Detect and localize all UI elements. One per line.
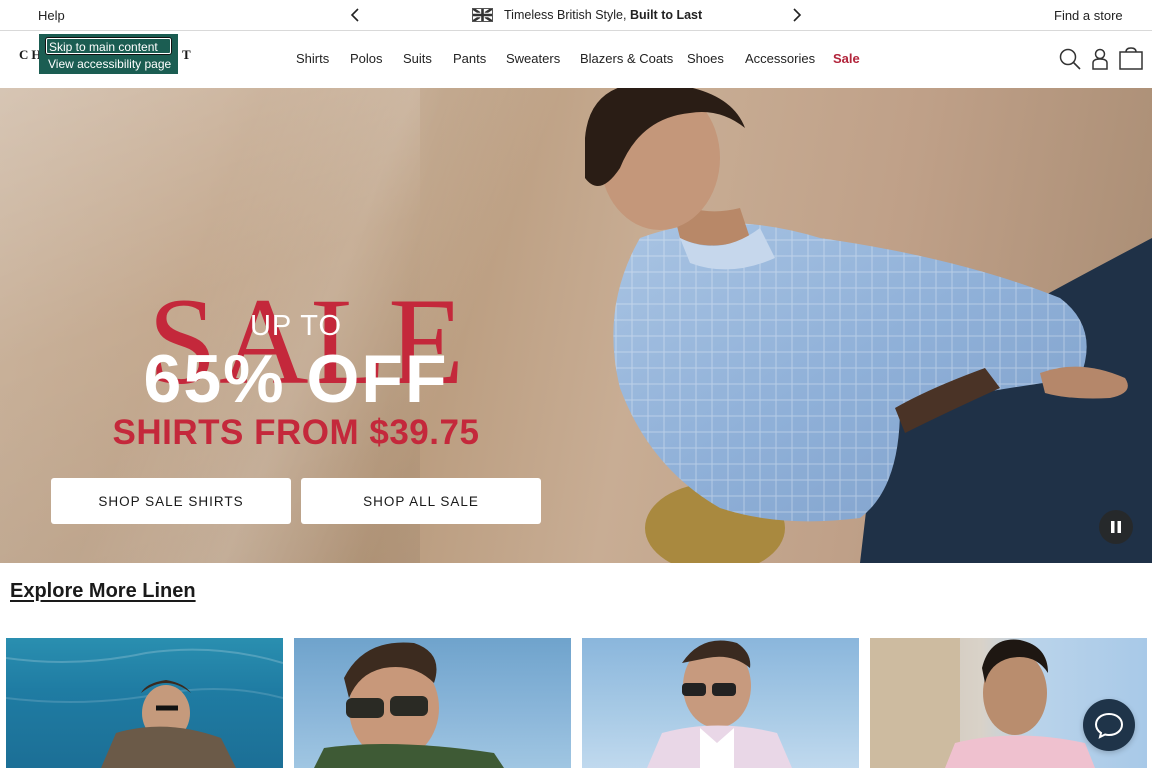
main-nav: Shirts Polos Suits Pants Sweaters Blazer…: [296, 51, 860, 66]
nav-pants[interactable]: Pants: [453, 51, 506, 66]
promo-text-bold: Built to Last: [629, 8, 703, 22]
nav-suits[interactable]: Suits: [403, 51, 453, 66]
linen-card-3[interactable]: [582, 638, 859, 768]
nav-shirts[interactable]: Shirts: [296, 51, 350, 66]
hero-banner: SALE UP TO 65% OFF SHIRTS FROM $39.75 SH…: [0, 88, 1152, 563]
search-icon[interactable]: [1058, 47, 1082, 71]
nav-polos[interactable]: Polos: [350, 51, 403, 66]
promo-text: Timeless British Style,: [504, 8, 630, 22]
linen-card-1-image: [6, 648, 283, 768]
chevron-left-icon[interactable]: [347, 6, 363, 24]
hero-percent-off: 65% OFF: [143, 341, 449, 417]
linen-card-2-image: [314, 642, 504, 768]
linen-card-3-image: [647, 640, 792, 768]
shop-sale-shirts-button[interactable]: SHOP SALE SHIRTS: [51, 478, 291, 524]
uk-flag-icon: [471, 6, 494, 24]
chevron-right-icon[interactable]: [789, 6, 805, 24]
find-store-link[interactable]: Find a store: [1054, 8, 1123, 23]
promo-message: Timeless British Style, Built to Last: [471, 6, 703, 24]
logo-text-end: T: [182, 47, 194, 62]
help-link[interactable]: Help: [38, 8, 65, 23]
site-header: CH T Skip to main content View accessibi…: [0, 31, 1152, 88]
header-actions: [1058, 47, 1144, 71]
announcement-bar: Help Timeless British Style, Built to La…: [0, 0, 1152, 31]
account-icon[interactable]: [1090, 47, 1110, 71]
nav-blazers-coats[interactable]: Blazers & Coats: [580, 51, 687, 66]
accessibility-page-link[interactable]: View accessibility page: [48, 57, 171, 71]
shop-all-sale-button[interactable]: SHOP ALL SALE: [301, 478, 541, 524]
explore-section-title[interactable]: Explore More Linen: [10, 580, 196, 603]
chat-icon[interactable]: [1083, 699, 1135, 751]
linen-card-2[interactable]: [294, 638, 571, 768]
skip-links-panel: Skip to main content View accessibility …: [39, 34, 178, 74]
pause-icon[interactable]: [1099, 510, 1133, 544]
hero-up-to: UP TO: [249, 310, 343, 342]
linen-card-1[interactable]: [6, 638, 283, 768]
hero-shirts-from: SHIRTS FROM $39.75: [112, 413, 480, 452]
nav-sale[interactable]: Sale: [833, 51, 860, 66]
bag-icon[interactable]: [1118, 47, 1144, 71]
nav-accessories[interactable]: Accessories: [745, 51, 833, 66]
skip-to-main-link[interactable]: Skip to main content: [45, 37, 172, 55]
nav-sweaters[interactable]: Sweaters: [506, 51, 580, 66]
nav-shoes[interactable]: Shoes: [687, 51, 745, 66]
